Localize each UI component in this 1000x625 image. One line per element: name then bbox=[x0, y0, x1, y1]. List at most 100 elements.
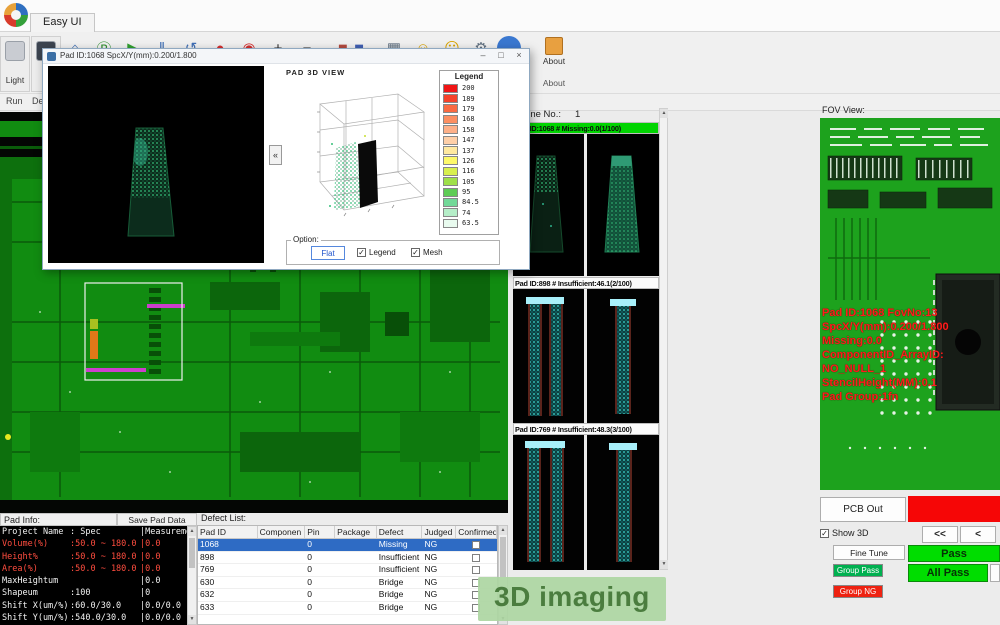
defect-row[interactable]: 6330BridgeNG bbox=[198, 602, 497, 615]
close-icon[interactable]: × bbox=[512, 50, 526, 62]
light-icon bbox=[5, 41, 25, 61]
fov-overlay-line: Pad Group:1fn bbox=[822, 390, 949, 404]
legend-row: 179 bbox=[440, 104, 498, 114]
fov-overlay-line: StencilHeight(MM):0.1 bbox=[822, 376, 949, 390]
pad-panels-scrollbar[interactable]: ▲ ▼ bbox=[659, 108, 668, 570]
legend-swatch bbox=[443, 208, 458, 217]
pad-panel-header-769[interactable]: Pad ID:769 # Insufficient:48.3(3/100) bbox=[513, 423, 659, 435]
back-all-button[interactable]: << bbox=[922, 526, 958, 543]
legend-row: 137 bbox=[440, 145, 498, 155]
pad-769-reference-graphic bbox=[587, 435, 659, 570]
pad-image-769-reference[interactable] bbox=[587, 435, 659, 570]
defect-table-header: Pad ID Componen Pin Package Defect Judge… bbox=[198, 526, 497, 539]
minimize-icon[interactable]: – bbox=[476, 50, 490, 62]
defect-row[interactable]: 6320BridgeNG bbox=[198, 589, 497, 602]
save-pad-data-button[interactable]: Save Pad Data bbox=[117, 513, 197, 526]
legend-checkbox[interactable]: ✓ bbox=[357, 248, 366, 257]
pad-image-769-measured[interactable] bbox=[513, 435, 584, 570]
defect-list-label: Defect List: bbox=[201, 513, 246, 523]
pad-info-row: Shapeum:100|0 bbox=[0, 587, 187, 599]
collapse-panel-button[interactable]: « bbox=[269, 145, 282, 165]
fov-overlay-text: Pad ID:1068 FovNo:13 SpcX/Y(mm):0.200/1.… bbox=[822, 306, 949, 404]
legend-option[interactable]: ✓ Legend bbox=[357, 248, 396, 257]
fov-view[interactable]: Pad ID:1068 FovNo:13 SpcX/Y(mm):0.200/1.… bbox=[820, 118, 1000, 490]
pad-info-row: MaxHeightum|0.0 bbox=[0, 575, 187, 587]
col-judged[interactable]: Judged bbox=[422, 526, 456, 538]
pad-panel-header-898[interactable]: Pad ID:898 # Insufficient:46.1(2/100) bbox=[513, 277, 659, 289]
pad-info-scrollbar[interactable]: ▲ ▼ bbox=[187, 526, 197, 625]
clipped-button[interactable] bbox=[990, 564, 1000, 582]
run-group-caption[interactable]: Run bbox=[6, 96, 23, 106]
mesh-option[interactable]: ✓ Mesh bbox=[411, 248, 443, 257]
group-ng-button[interactable]: Group NG bbox=[833, 585, 883, 598]
pad-info-table: Project Name: Spec|MeasurementRes Volume… bbox=[0, 526, 187, 625]
pad-image-1068-reference[interactable] bbox=[587, 134, 659, 276]
legend-row: 116 bbox=[440, 166, 498, 176]
legend-swatch bbox=[443, 125, 458, 134]
defect-row[interactable]: 10680MissingNG bbox=[198, 539, 497, 552]
dialog-title-bar[interactable]: Pad ID:1068 SpcX/Y(mm):0.200/1.800 – □ × bbox=[43, 49, 529, 64]
about-icon bbox=[545, 37, 563, 55]
pad-769-measured-graphic bbox=[513, 435, 584, 570]
title-bar: Easy UI bbox=[0, 0, 1000, 32]
pad-2d-image[interactable] bbox=[48, 66, 264, 263]
about-button[interactable]: About bbox=[536, 56, 572, 66]
fov-overlay-line: Missing:0.0 bbox=[822, 334, 949, 348]
fov-pcb-photo bbox=[820, 118, 1000, 490]
maximize-icon[interactable]: □ bbox=[494, 50, 508, 62]
pad-898-measured-graphic bbox=[513, 289, 584, 423]
light-button[interactable]: Light bbox=[0, 36, 30, 92]
scroll-down-icon[interactable]: ▼ bbox=[188, 615, 196, 624]
scroll-up-icon[interactable]: ▲ bbox=[660, 109, 668, 118]
pad-image-898-measured[interactable] bbox=[513, 289, 584, 423]
scroll-thumb[interactable] bbox=[500, 537, 506, 577]
group-pass-button[interactable]: Group Pass bbox=[833, 564, 883, 577]
fov-overlay-line: Pad ID:1068 FovNo:13 bbox=[822, 306, 949, 320]
pad-3d-dialog: Pad ID:1068 SpcX/Y(mm):0.200/1.800 – □ ×… bbox=[42, 48, 530, 270]
show-3d-checkbox[interactable]: ✓ bbox=[820, 529, 829, 538]
col-package[interactable]: Package bbox=[335, 526, 377, 538]
pad-info-row: Shift X(um/%):60.0/30.0|0.0/0.0 bbox=[0, 600, 187, 612]
legend-row: 63.5 bbox=[440, 218, 498, 228]
ng-indicator bbox=[908, 496, 1000, 522]
dialog-title: Pad ID:1068 SpcX/Y(mm):0.200/1.800 bbox=[60, 51, 197, 60]
fine-tune-button[interactable]: Fine Tune bbox=[833, 545, 905, 560]
fov-overlay-line: NO_NULL_1 bbox=[822, 362, 949, 376]
pad-info-label: Pad Info: bbox=[0, 513, 117, 526]
pad-3d-view-title: PAD 3D VIEW bbox=[286, 68, 345, 77]
all-pass-button[interactable]: All Pass bbox=[908, 564, 988, 582]
scroll-up-icon[interactable]: ▲ bbox=[188, 527, 196, 536]
confirmed-checkbox[interactable] bbox=[472, 541, 480, 549]
app-tab[interactable]: Easy UI bbox=[30, 13, 95, 32]
scroll-thumb[interactable] bbox=[189, 538, 195, 568]
legend-swatch bbox=[443, 198, 458, 207]
defect-row[interactable]: 8980InsufficientNG bbox=[198, 552, 497, 565]
flat-button[interactable]: Flat bbox=[311, 246, 345, 260]
pad-1068-reference-graphic bbox=[587, 134, 659, 276]
col-component[interactable]: Componen bbox=[258, 526, 306, 538]
easy-ui-window: Easy UI Light ⌂ Ⓟ ▶ ‖ ↺ ● ◉ + − ▂▄▆ ▆▄▂ … bbox=[0, 0, 1000, 625]
pad-3d-plot[interactable] bbox=[286, 78, 436, 236]
legend-swatch bbox=[443, 219, 458, 228]
legend-row: 84.5 bbox=[440, 197, 498, 207]
scroll-down-icon[interactable]: ▼ bbox=[660, 560, 668, 569]
defect-row[interactable]: 6300BridgeNG bbox=[198, 577, 497, 590]
show-3d-option[interactable]: ✓ Show 3D bbox=[820, 528, 869, 538]
legend-row: 74 bbox=[440, 208, 498, 218]
about-group-caption: About bbox=[536, 78, 572, 88]
defect-row[interactable]: 7690InsufficientNG bbox=[198, 564, 497, 577]
pad-info-panel: Pad Info: Save Pad Data Project Name: Sp… bbox=[0, 513, 197, 625]
scroll-up-icon[interactable]: ▲ bbox=[499, 526, 507, 535]
col-pin[interactable]: Pin bbox=[305, 526, 335, 538]
pad-panel-header-1068[interactable]: Pad ID:1068 # Missing:0.0(1/100) bbox=[513, 122, 659, 134]
back-button[interactable]: < bbox=[960, 526, 996, 543]
mesh-checkbox[interactable]: ✓ bbox=[411, 248, 420, 257]
col-defect[interactable]: Defect bbox=[377, 526, 423, 538]
pcb-out-button[interactable]: PCB Out bbox=[820, 497, 906, 522]
confirmed-checkbox[interactable] bbox=[472, 554, 480, 562]
col-confirmed[interactable]: Confirmed bbox=[456, 526, 497, 538]
pad-image-898-reference[interactable] bbox=[587, 289, 659, 423]
col-pad-id[interactable]: Pad ID bbox=[198, 526, 258, 538]
confirmed-checkbox[interactable] bbox=[472, 566, 480, 574]
legend-title: Legend bbox=[440, 72, 498, 81]
